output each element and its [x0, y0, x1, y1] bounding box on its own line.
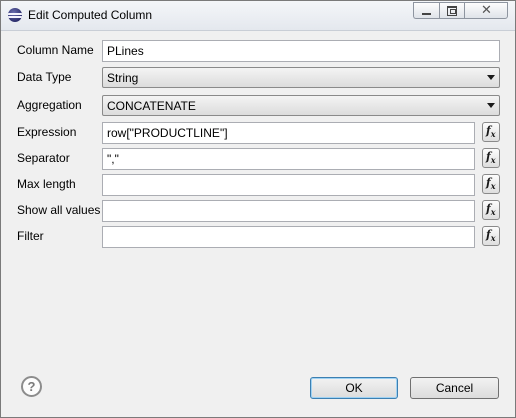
aggregation-label: Aggregation: [17, 98, 82, 112]
expression-label: Expression: [17, 125, 77, 139]
title-bar[interactable]: Edit Computed Column ✕: [1, 1, 515, 31]
minimize-button[interactable]: [413, 2, 439, 19]
show-all-values-label: Show all values: [17, 203, 101, 217]
aggregation-value: CONCATENATE: [107, 99, 196, 113]
filter-builder-button[interactable]: fx: [482, 226, 500, 246]
expression-builder-button[interactable]: fx: [482, 122, 500, 142]
max-length-input[interactable]: [102, 174, 475, 196]
expression-input[interactable]: row["PRODUCTLINE"]: [102, 122, 475, 144]
fx-icon: fx: [486, 228, 496, 244]
close-icon: ✕: [481, 3, 492, 18]
edit-computed-column-dialog: Edit Computed Column ✕ Column Name PLine…: [0, 0, 516, 418]
show-all-values-builder-button[interactable]: fx: [482, 200, 500, 220]
data-type-select[interactable]: String: [102, 67, 500, 88]
max-length-label: Max length: [17, 177, 76, 191]
separator-builder-button[interactable]: fx: [482, 148, 500, 168]
minimize-icon: [422, 13, 431, 15]
data-type-value: String: [107, 71, 139, 85]
maximize-icon: [447, 6, 457, 16]
row-filter: Filter fx: [9, 226, 507, 248]
close-button[interactable]: ✕: [464, 2, 508, 19]
max-length-builder-button[interactable]: fx: [482, 174, 500, 194]
computed-column-form: Column Name PLines Data Type String Aggr…: [9, 34, 507, 367]
row-max-length: Max length fx: [9, 174, 507, 196]
window-title: Edit Computed Column: [28, 8, 153, 22]
column-name-input[interactable]: PLines: [102, 40, 500, 62]
help-button[interactable]: ?: [21, 376, 42, 397]
row-expression: Expression row["PRODUCTLINE"] fx: [9, 122, 507, 144]
data-type-label: Data Type: [17, 70, 72, 84]
row-separator: Separator "," fx: [9, 148, 507, 170]
fx-icon: fx: [486, 202, 496, 218]
show-all-values-input[interactable]: [102, 200, 475, 222]
row-column-name: Column Name PLines: [9, 40, 507, 62]
row-data-type: Data Type String: [9, 67, 507, 89]
fx-icon: fx: [486, 124, 496, 140]
row-show-all-values: Show all values fx: [9, 200, 507, 222]
fx-icon: fx: [486, 150, 496, 166]
aggregation-select[interactable]: CONCATENATE: [102, 95, 500, 116]
filter-input[interactable]: [102, 226, 475, 248]
separator-input[interactable]: ",": [102, 148, 475, 170]
chevron-down-icon: [487, 103, 495, 108]
question-mark-icon: ?: [27, 379, 36, 394]
cancel-button[interactable]: Cancel: [410, 377, 499, 399]
ok-button[interactable]: OK: [310, 377, 398, 399]
column-name-label: Column Name: [17, 43, 94, 57]
fx-icon: fx: [486, 176, 496, 192]
chevron-down-icon: [487, 75, 495, 80]
maximize-button[interactable]: [439, 2, 464, 19]
eclipse-icon: [8, 8, 22, 22]
separator-label: Separator: [17, 151, 70, 165]
row-aggregation: Aggregation CONCATENATE: [9, 95, 507, 117]
filter-label: Filter: [17, 229, 44, 243]
